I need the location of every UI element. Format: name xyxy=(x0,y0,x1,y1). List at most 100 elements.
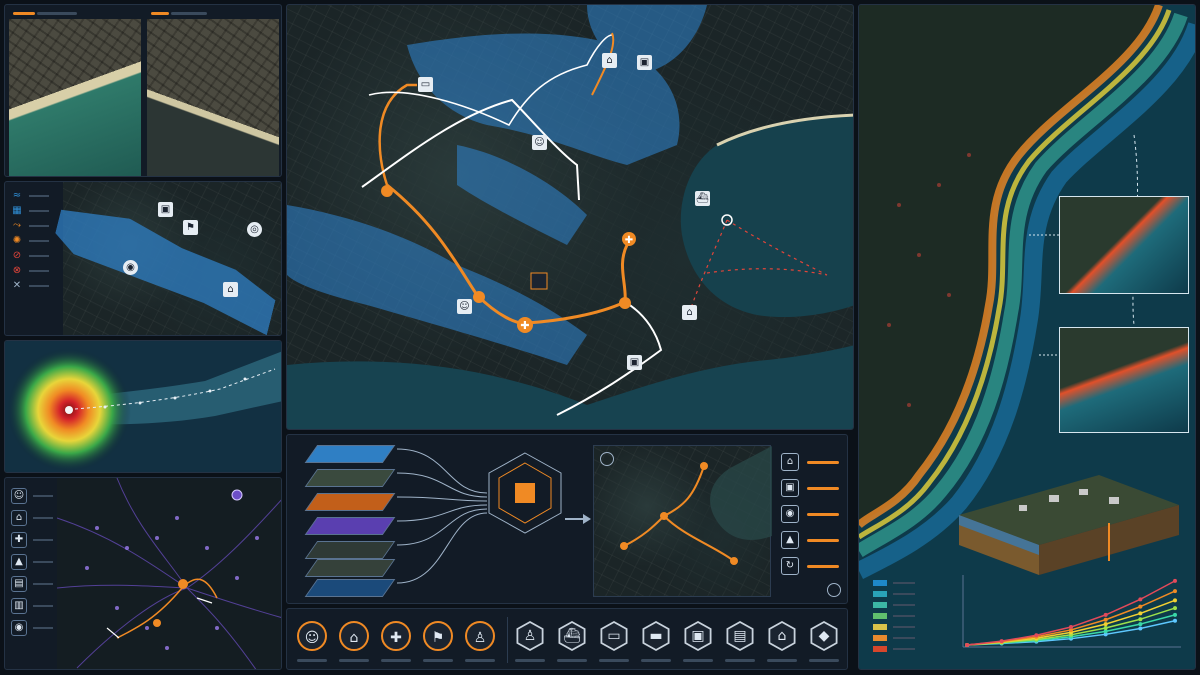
data-point xyxy=(1173,612,1177,617)
shield-tool[interactable]: ◆ xyxy=(810,621,838,651)
blocked-icon: ⊘ xyxy=(12,249,22,261)
legend-item[interactable]: ▦ xyxy=(11,203,61,218)
vehicle-icon[interactable]: ▣ xyxy=(627,355,642,370)
legend-item[interactable]: ⊘ xyxy=(11,248,61,263)
zoom-inset-top[interactable] xyxy=(1059,196,1189,294)
output-settings-icon[interactable] xyxy=(827,583,841,597)
data-point xyxy=(1173,618,1177,623)
data-point xyxy=(1173,606,1177,611)
closed-icon: ⊗ xyxy=(12,264,22,276)
hurricane-map[interactable] xyxy=(5,341,282,473)
output-row[interactable]: ⌂ xyxy=(781,453,839,471)
shelter-icon[interactable]: ⌂ xyxy=(682,305,697,320)
pin-icon[interactable]: ◉ xyxy=(123,260,138,275)
hiker-tool[interactable]: ♙ xyxy=(516,621,544,651)
evac-marker[interactable] xyxy=(530,272,548,290)
zoom-inset-bottom[interactable] xyxy=(1059,327,1189,433)
output-route-map[interactable] xyxy=(593,445,772,597)
data-point xyxy=(1138,597,1143,602)
location-icon: ◉ xyxy=(781,505,799,523)
legend-item[interactable]: ⤳ xyxy=(11,218,61,233)
workflow-panel: ⌂ ▣ ◉ ▲ ↻ xyxy=(286,434,848,604)
data-point xyxy=(1138,611,1143,616)
shelter-icon[interactable]: ⌂ xyxy=(223,282,238,297)
legend-swatch xyxy=(873,579,887,586)
svg-text:✚: ✚ xyxy=(625,235,633,246)
output-row[interactable]: ◉ xyxy=(781,505,839,523)
boat-tool[interactable]: ⛴ xyxy=(558,621,586,651)
flood-icon: ≈ xyxy=(12,189,22,201)
legend-swatch-row xyxy=(873,621,933,632)
legend-swatch xyxy=(873,623,887,630)
shelter-icon[interactable]: ⌂ xyxy=(602,53,617,68)
fire-truck-tool[interactable]: ▬ xyxy=(642,621,670,651)
legend-item[interactable]: ≈ xyxy=(11,188,61,203)
legend-swatch-row xyxy=(873,632,933,643)
car-tool[interactable]: ▣ xyxy=(684,621,712,651)
data-point xyxy=(1138,622,1143,627)
legend-item[interactable]: ⌂ xyxy=(11,510,55,526)
output-row[interactable]: ↻ xyxy=(781,557,839,575)
evacuation-network-map[interactable] xyxy=(57,478,282,670)
legend-item[interactable]: ▥ xyxy=(11,598,55,614)
legend-swatch xyxy=(873,645,887,652)
legend-swatch-row xyxy=(873,588,933,599)
evacuation-legend: ☺ ⌂ ✚ ▲ ▤ ▥ ◉ xyxy=(11,488,55,642)
legend-item[interactable]: ⊗ xyxy=(11,263,61,278)
person-tool[interactable]: ☺ xyxy=(297,621,327,651)
shelter-tool[interactable]: ⌂ xyxy=(768,621,796,651)
output-row[interactable]: ▣ xyxy=(781,479,839,497)
legend-item[interactable]: ▲ xyxy=(11,554,55,570)
power-icon: ↻ xyxy=(781,557,799,575)
junction-marker[interactable] xyxy=(381,185,393,197)
legend-item[interactable]: ✚ xyxy=(11,532,55,548)
boat-icon[interactable]: ⛴ xyxy=(695,191,710,206)
legend-item[interactable]: ◉ xyxy=(11,620,55,636)
legend-item[interactable]: ▤ xyxy=(11,576,55,592)
resource-toolbar: ☺ ⌂ ✚ ⚑ ♙ ♙ ⛴ ▭ ▬ ▣ ▤ ⌂ ◆ xyxy=(286,608,848,670)
coastline-satellite-tile[interactable] xyxy=(9,19,141,176)
tile-label-bar xyxy=(171,12,207,15)
legend-swatch xyxy=(873,601,887,608)
legend-swatch-row xyxy=(873,599,933,610)
building-icon[interactable]: ▣ xyxy=(637,55,652,70)
data-point xyxy=(1173,589,1177,594)
people-icon[interactable]: ☺ xyxy=(532,135,547,150)
junction-marker[interactable] xyxy=(473,291,485,303)
legend-swatch xyxy=(873,634,887,641)
pin-icon: ◉ xyxy=(11,620,27,636)
data-point xyxy=(1103,622,1108,627)
supply-icon: ▲ xyxy=(781,531,799,549)
legend-label xyxy=(893,636,915,639)
shoreline-satellite-tile[interactable] xyxy=(147,19,279,176)
people-icon[interactable]: ⚑ xyxy=(183,220,198,235)
main-evacuation-map[interactable]: ✚ ✚ ▭ ☺ ⌂ ▣ ⌂ ☺ ⛴ ▣ xyxy=(286,4,854,430)
legend-item[interactable]: ✕ xyxy=(11,278,61,293)
legend-item[interactable]: ☺ xyxy=(11,488,55,504)
people-icon: ☺ xyxy=(11,488,27,504)
vehicle-icon[interactable]: ▭ xyxy=(418,77,433,92)
data-point xyxy=(1103,626,1108,630)
output-row[interactable]: ▲ xyxy=(781,531,839,549)
building-icon[interactable]: ▣ xyxy=(158,202,173,217)
flood-map[interactable]: ▣ ⚑ ◉ ⌂ ◎ xyxy=(63,182,281,335)
ambulance-tool[interactable]: ▭ xyxy=(600,621,628,651)
home-tool[interactable]: ⌂ xyxy=(339,621,369,651)
people-icon[interactable]: ☺ xyxy=(457,299,472,314)
shelter-icon: ⌂ xyxy=(11,510,27,526)
vehicle-tool[interactable]: ▤ xyxy=(726,621,754,651)
data-point xyxy=(1173,598,1177,603)
model-cube-icon[interactable] xyxy=(515,483,535,503)
risk-legend xyxy=(873,577,933,654)
rescue-tool[interactable]: ⚑ xyxy=(423,621,453,651)
medical-tool[interactable]: ✚ xyxy=(381,621,411,651)
target-icon[interactable] xyxy=(600,452,614,466)
target-icon[interactable]: ◎ xyxy=(247,222,262,237)
junction-marker[interactable] xyxy=(619,297,631,309)
shelter-icon: ⌂ xyxy=(781,453,799,471)
tile-label-bar xyxy=(37,12,77,15)
walk-tool[interactable]: ♙ xyxy=(465,621,495,651)
hub-marker[interactable] xyxy=(178,579,188,589)
sea-level-chart[interactable] xyxy=(955,571,1187,661)
legend-item[interactable]: ✺ xyxy=(11,233,61,248)
